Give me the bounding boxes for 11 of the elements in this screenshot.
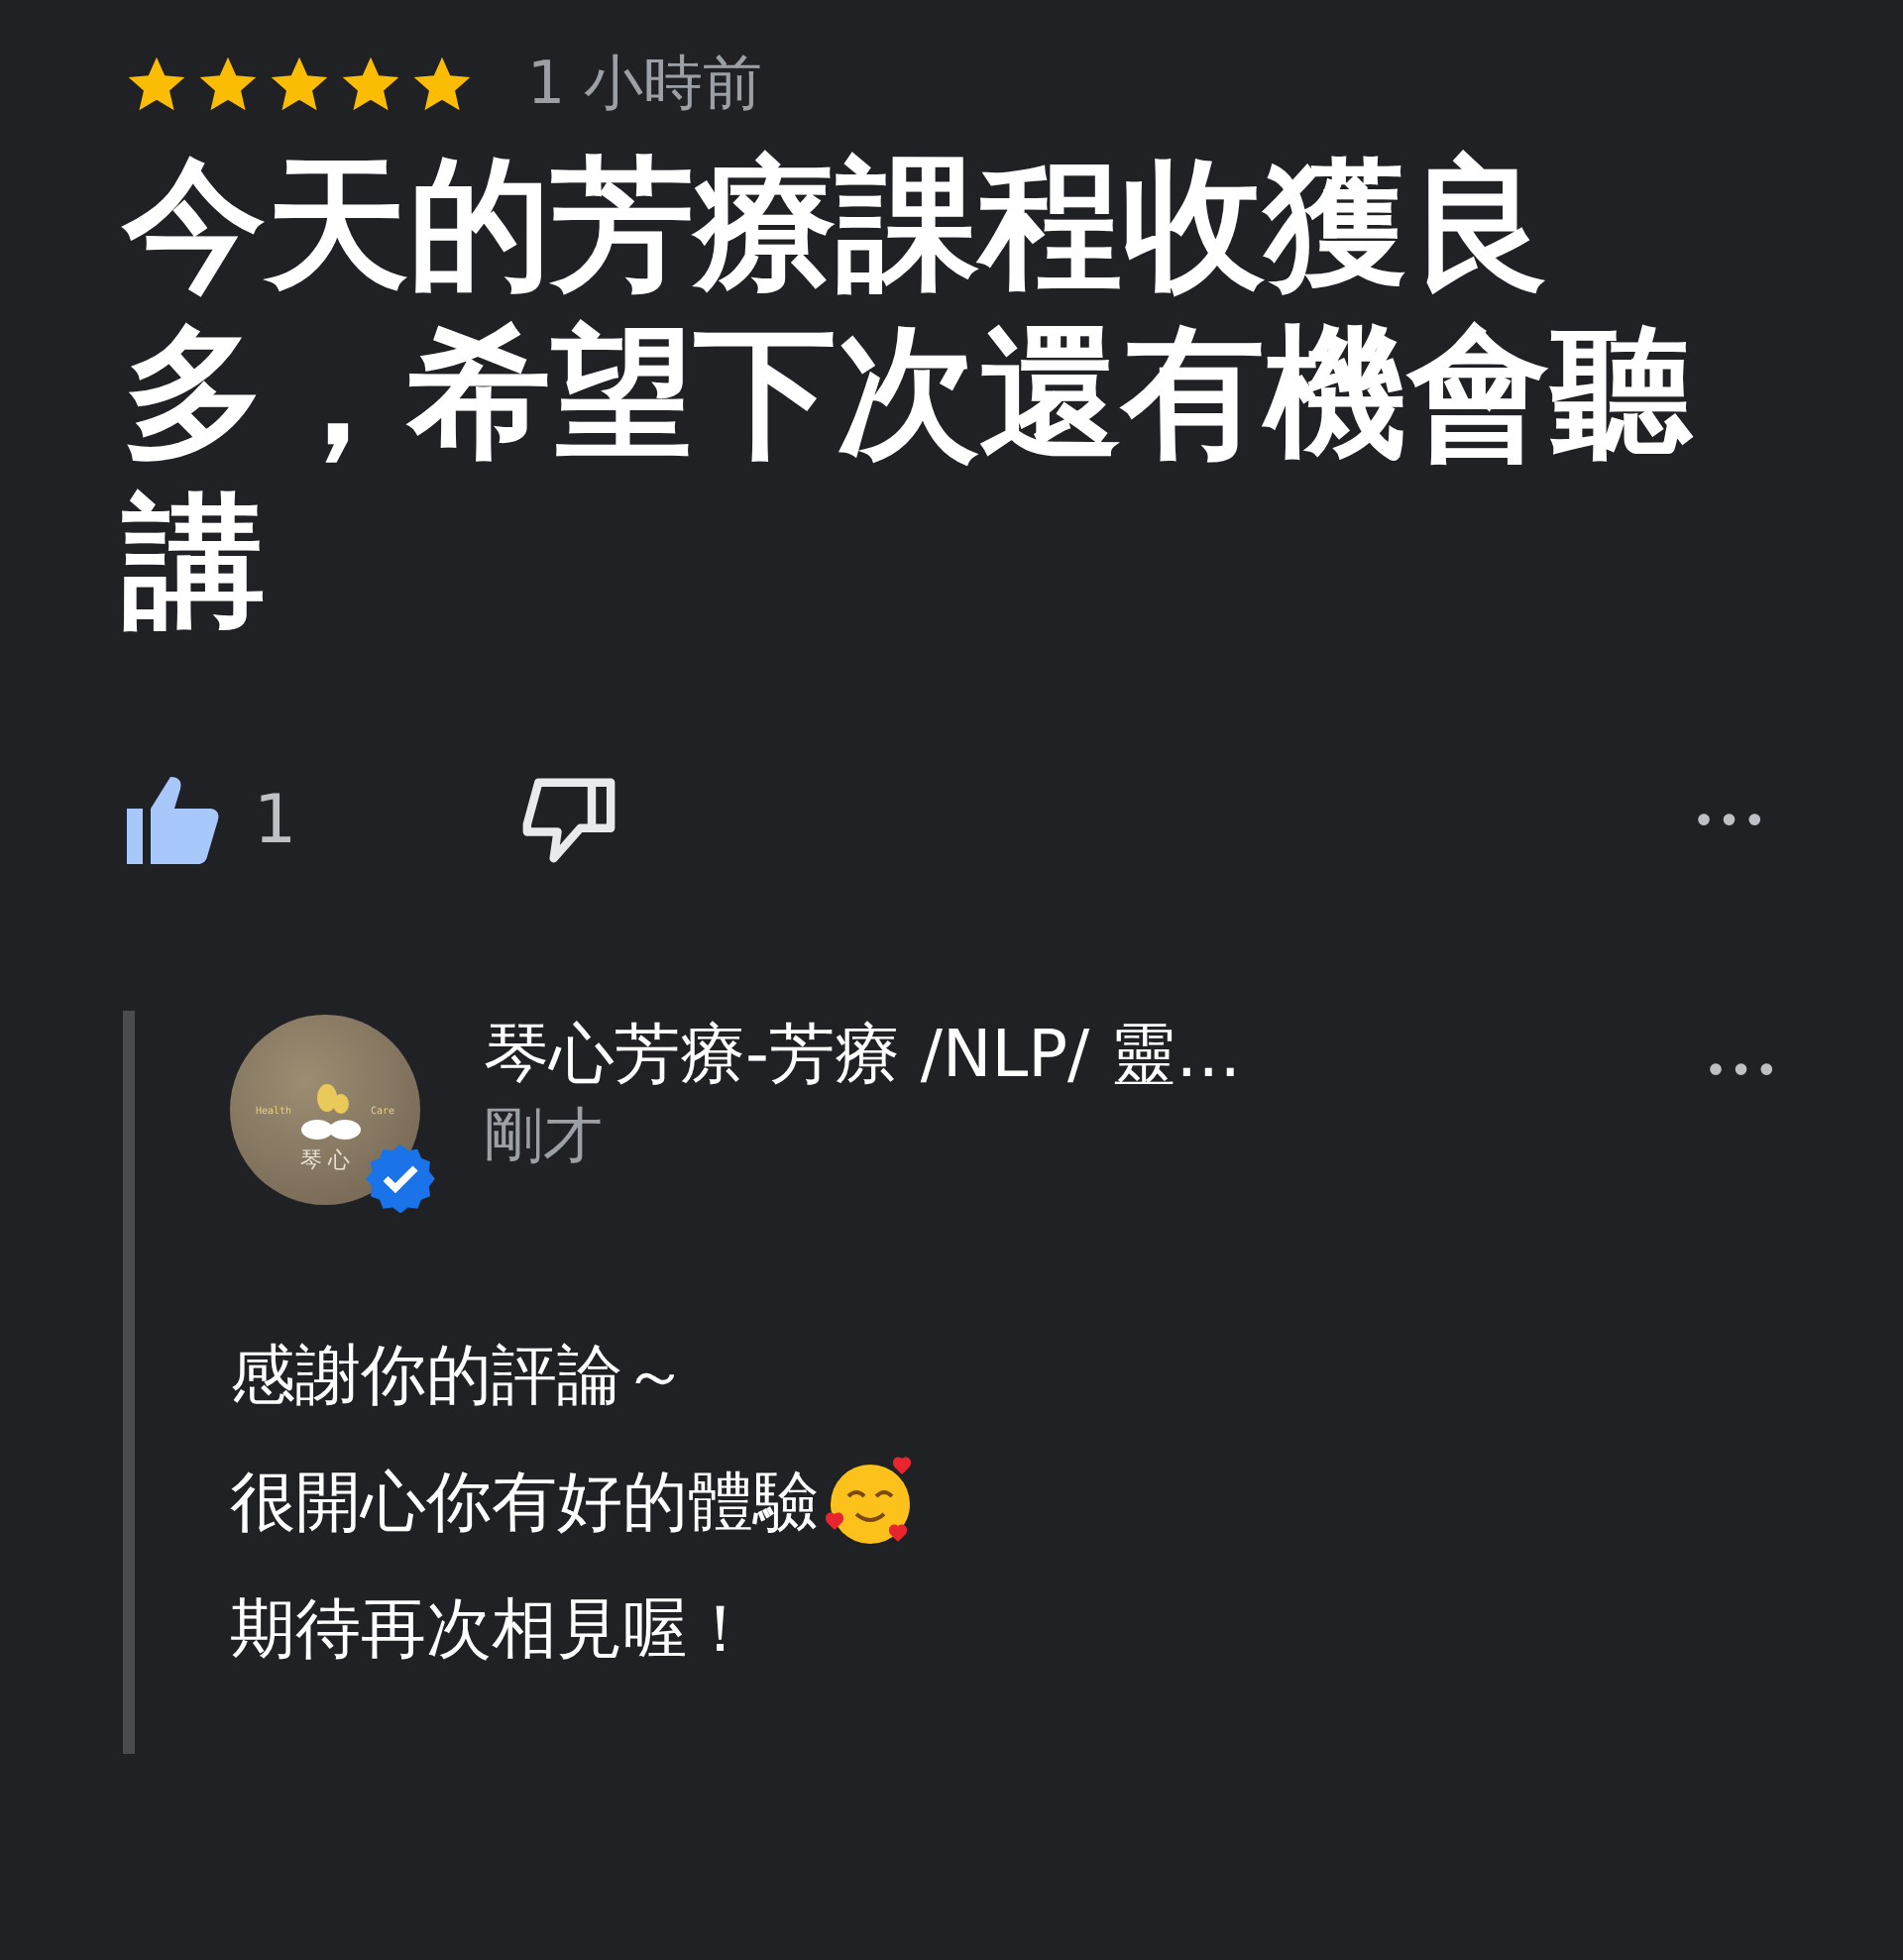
review-time: 1 小時前 xyxy=(527,48,763,123)
reply-text: 感謝你的評論～ xyxy=(230,1333,688,1416)
more-button[interactable]: ••• xyxy=(1692,797,1768,844)
more-button[interactable]: ••• xyxy=(1704,1046,1780,1094)
like-button[interactable]: 1 xyxy=(123,773,297,868)
reply-text: 期待再次相見喔！ xyxy=(230,1586,753,1670)
review-text: 今天的芳療課程收獲良多，希望下次還有機會聽講 xyxy=(123,141,1696,646)
logo-text: 琴 心 xyxy=(299,1144,351,1174)
reply-author: 琴心芳療-芳療 /NLP/ 靈… xyxy=(484,1013,1242,1096)
reply-text: 很開心你有好的體驗 xyxy=(230,1460,819,1543)
reply-time: 剛才 xyxy=(484,1100,605,1175)
